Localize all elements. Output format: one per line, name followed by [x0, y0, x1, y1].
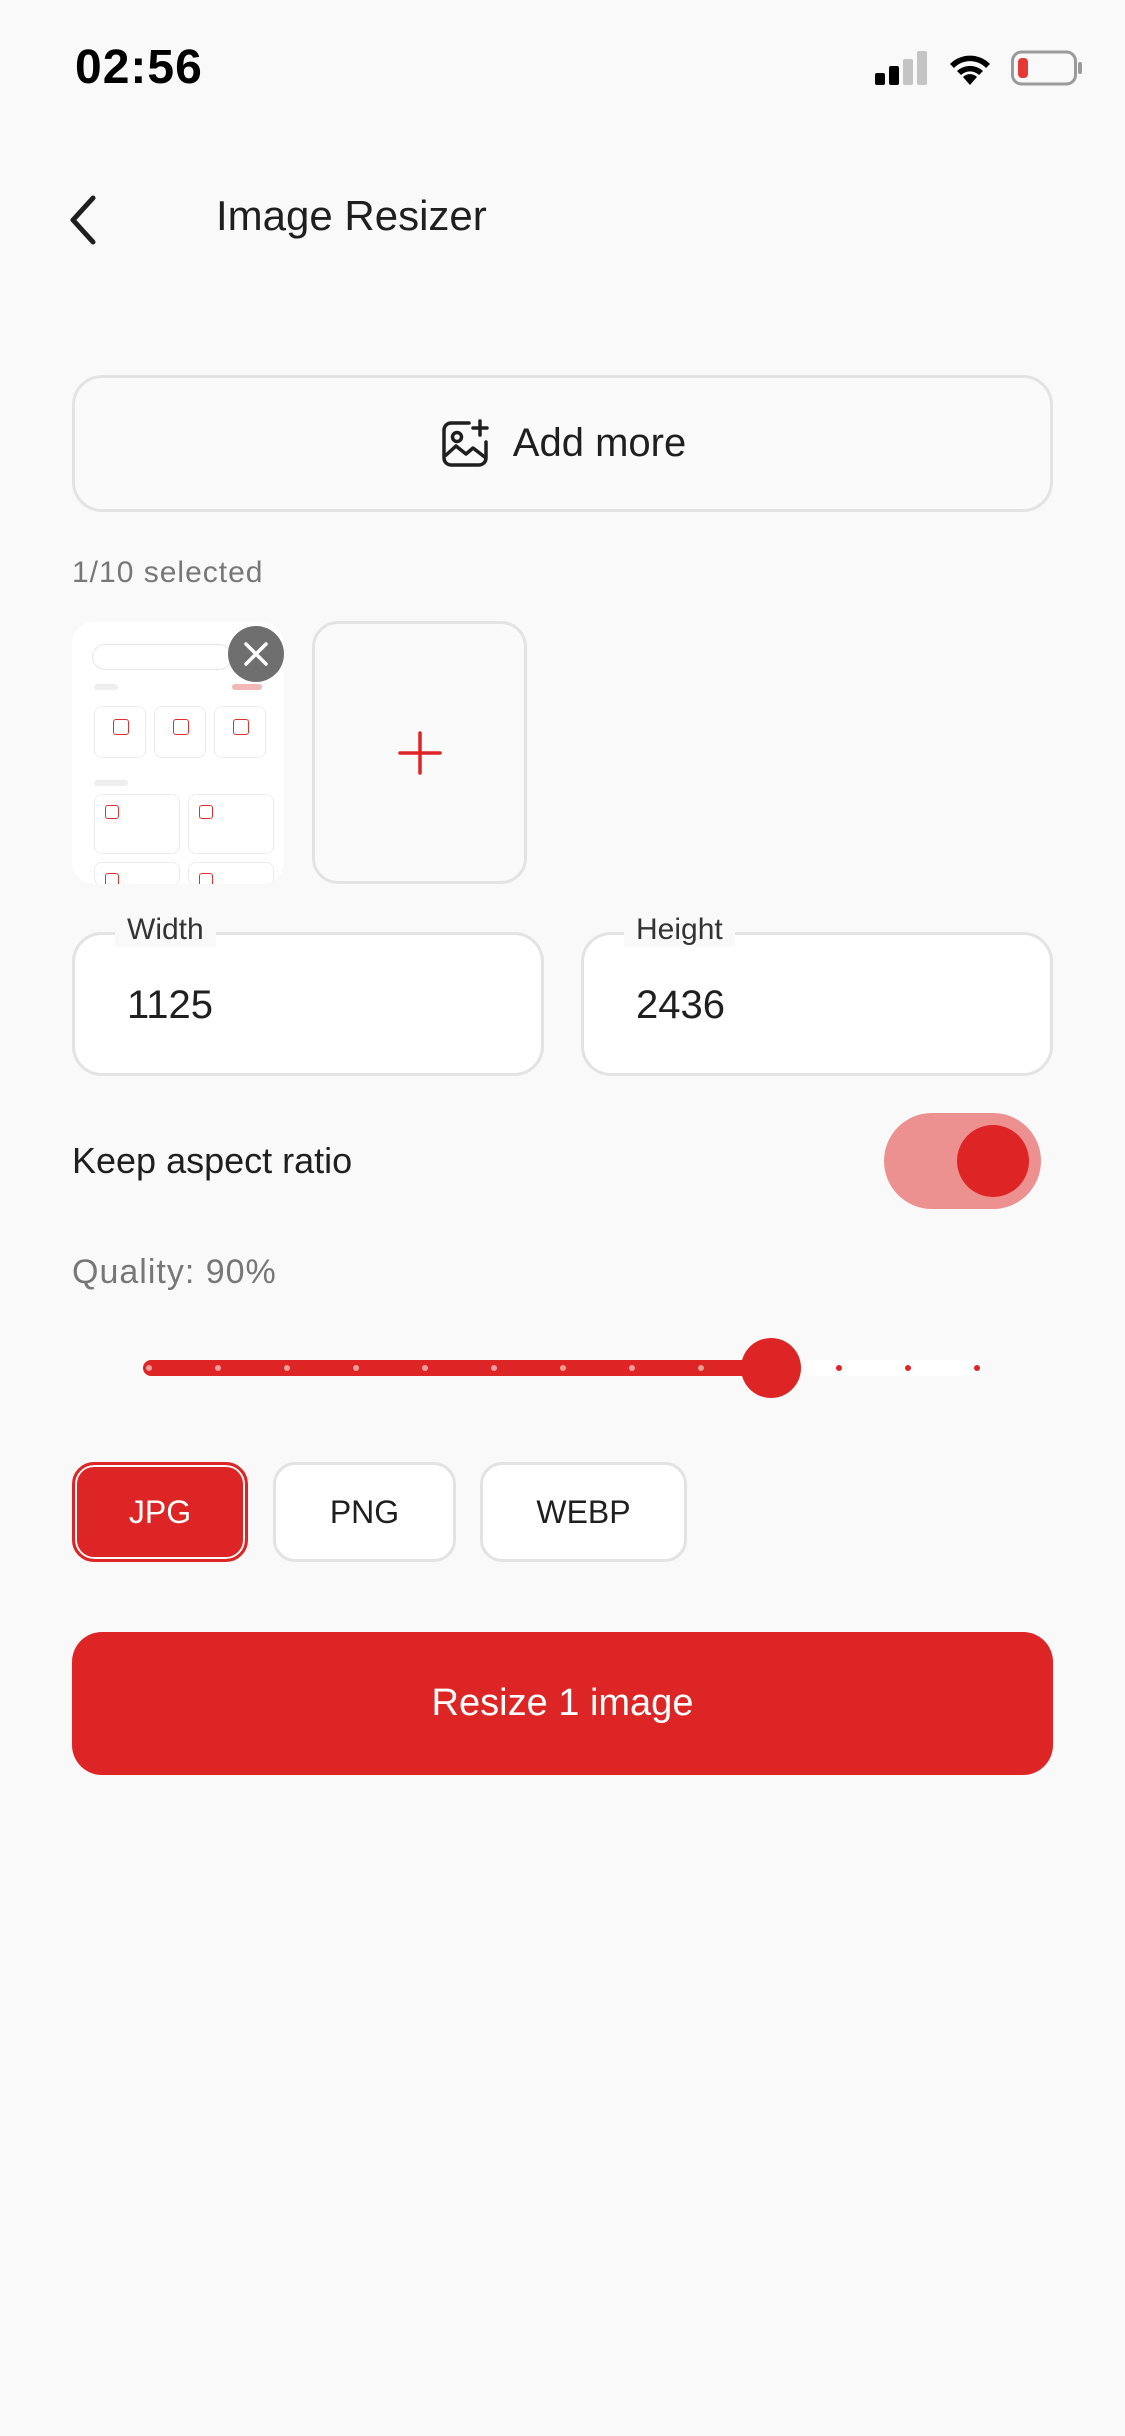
slider-step-mark	[560, 1365, 566, 1371]
slider-step-mark	[284, 1365, 290, 1371]
slider-step-mark	[353, 1365, 359, 1371]
battery-low-icon	[1011, 50, 1082, 86]
plus-icon	[397, 730, 442, 775]
slider-step-mark	[146, 1365, 152, 1371]
width-field[interactable]: Width	[72, 913, 544, 1076]
format-option-jpg[interactable]: JPG	[72, 1462, 248, 1562]
keep-aspect-ratio-label: Keep aspect ratio	[72, 1140, 353, 1181]
slider-thumb[interactable]	[741, 1338, 801, 1398]
slider-step-mark	[422, 1365, 428, 1371]
cellular-signal-icon	[875, 51, 927, 85]
slider-step-mark	[836, 1365, 842, 1371]
page-title: Image Resizer	[216, 192, 487, 239]
format-option-png[interactable]: PNG	[273, 1462, 456, 1562]
slider-step-mark	[905, 1365, 911, 1371]
selected-count: 1/10 selected	[72, 556, 264, 589]
remove-image-button[interactable]	[228, 626, 284, 682]
quality-slider[interactable]	[143, 1330, 983, 1406]
width-input[interactable]	[127, 983, 487, 1028]
slider-step-mark	[698, 1365, 704, 1371]
height-input[interactable]	[636, 983, 996, 1028]
header: Image Resizer	[0, 170, 1125, 270]
status-bar: 02:56	[0, 0, 1125, 140]
quality-label: Quality: 90%	[72, 1253, 277, 1291]
slider-step-mark	[629, 1365, 635, 1371]
slider-fill	[143, 1360, 771, 1376]
wifi-icon	[950, 55, 990, 85]
add-image-tile[interactable]	[312, 621, 527, 884]
width-label: Width	[115, 913, 216, 947]
add-more-label: Add more	[512, 421, 687, 465]
slider-step-mark	[491, 1365, 497, 1371]
toggle-knob	[957, 1125, 1029, 1197]
slider-step-mark	[215, 1365, 221, 1371]
keep-aspect-ratio-toggle[interactable]	[884, 1113, 1041, 1209]
format-option-webp[interactable]: WEBP	[480, 1462, 687, 1562]
status-time: 02:56	[75, 41, 203, 94]
height-label: Height	[624, 913, 735, 947]
height-field[interactable]: Height	[581, 913, 1053, 1076]
add-more-button[interactable]: Add more	[72, 375, 1053, 512]
resize-button[interactable]: Resize 1 image	[72, 1632, 1053, 1775]
slider-step-mark	[974, 1365, 980, 1371]
status-icons	[875, 50, 1083, 86]
add-image-icon	[442, 418, 489, 467]
back-button[interactable]	[52, 190, 112, 250]
close-icon	[244, 642, 268, 666]
chevron-left-icon	[70, 195, 96, 245]
